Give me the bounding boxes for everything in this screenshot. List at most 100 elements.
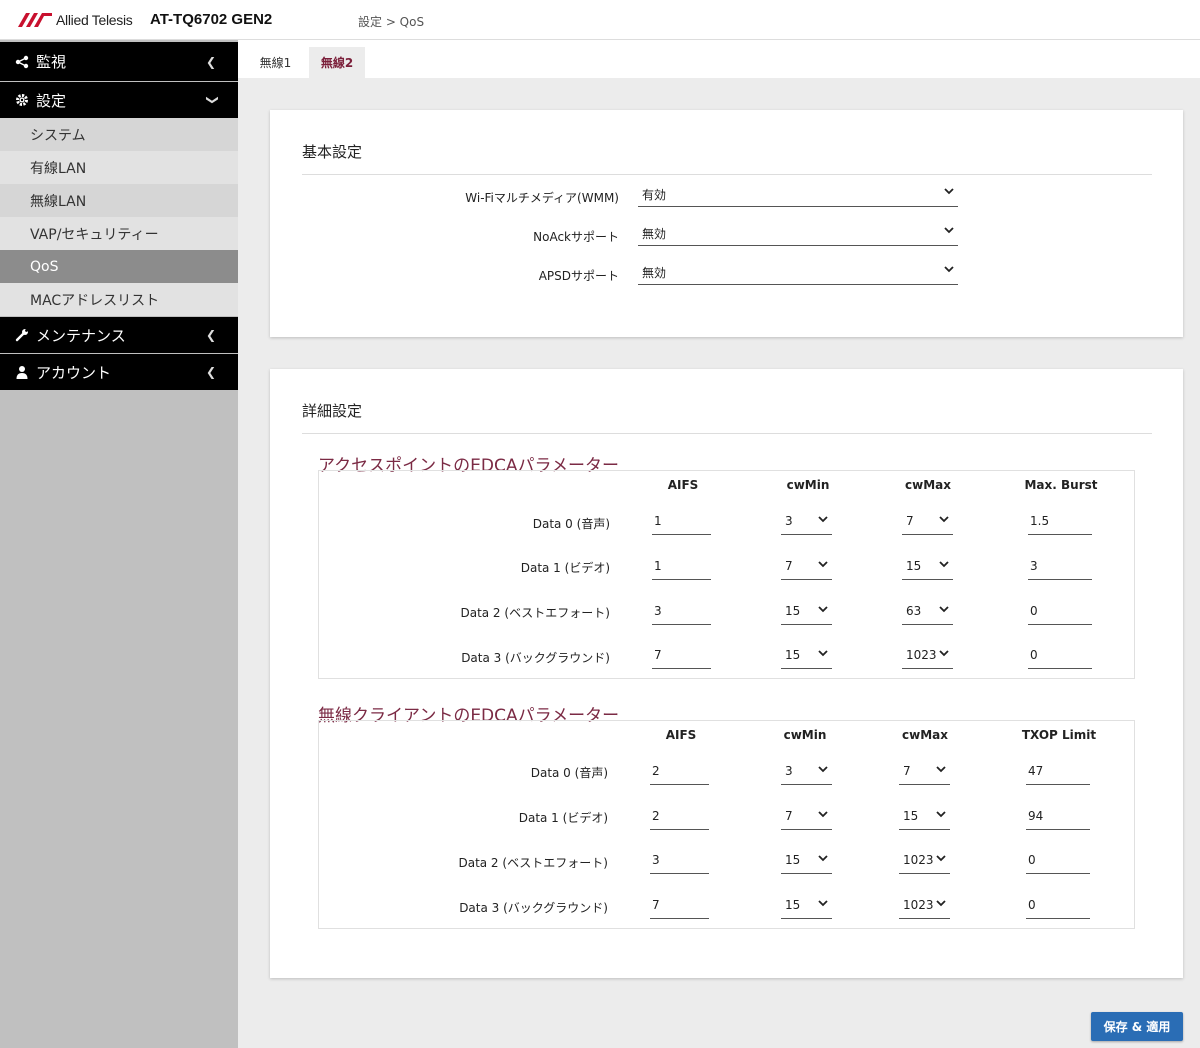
sidebar-item-maintenance[interactable]: メンテナンス ❮	[0, 317, 238, 353]
chevron-left-icon: ❮	[205, 54, 216, 69]
ap-cwmax-select[interactable]: 7	[902, 511, 953, 535]
wrench-icon	[14, 327, 30, 343]
apsd-label: APSDサポート	[538, 269, 619, 283]
ap-max-burst-value: 0	[1030, 604, 1038, 618]
client-cwmax-select[interactable]: 15	[899, 806, 950, 830]
noack-select[interactable]: 無効	[638, 222, 958, 246]
client-col-txop-limit: TXOP Limit	[1021, 728, 1097, 742]
breadcrumb: 設定 > QoS	[358, 15, 425, 29]
client-txop-value: 94	[1028, 809, 1044, 823]
client-cwmin-select[interactable]: 3	[781, 761, 832, 785]
sidebar-item-monitor[interactable]: 監視 ❮	[0, 42, 238, 81]
client-aifs-input[interactable]: 2	[650, 806, 709, 830]
ap-cwmax-select[interactable]: 15	[902, 556, 953, 580]
client-cwmax-select[interactable]: 1023	[899, 850, 950, 874]
chevron-down-icon	[936, 811, 946, 818]
ap-cwmin-select[interactable]: 7	[781, 556, 832, 580]
sidebar-item-mac-list[interactable]: MACアドレスリスト	[0, 283, 238, 316]
sidebar-item-system[interactable]: システム	[0, 118, 238, 151]
ap-cwmax-value: 15	[906, 559, 922, 573]
tab-radio-2[interactable]: 無線2	[309, 47, 365, 78]
ap-cwmin-select[interactable]: 3	[781, 511, 832, 535]
ap-aifs-input[interactable]: 1	[652, 556, 711, 580]
chevron-down-icon	[944, 227, 954, 234]
chevron-down-icon	[944, 188, 954, 195]
wmm-select[interactable]: 有効	[638, 183, 958, 207]
ap-aifs-input[interactable]: 1	[652, 511, 711, 535]
ap-aifs-input[interactable]: 7	[652, 645, 711, 669]
client-aifs-input[interactable]: 7	[650, 895, 709, 919]
client-cwmin-select[interactable]: 15	[781, 895, 832, 919]
sidebar-item-vap-security[interactable]: VAP/セキュリティー	[0, 217, 238, 250]
apsd-select[interactable]: 無効	[638, 261, 958, 285]
ap-cwmax-select[interactable]: 1023	[902, 645, 953, 669]
ap-cwmin-select[interactable]: 15	[781, 645, 832, 669]
ap-row-label: Data 0 (音声)	[532, 517, 610, 531]
client-cwmin-value: 15	[785, 853, 801, 867]
chevron-down-icon: ❮	[203, 94, 218, 106]
chevron-down-icon	[818, 606, 828, 613]
ap-max-burst-value: 1.5	[1030, 514, 1050, 528]
client-aifs-value: 3	[652, 853, 660, 867]
ap-cwmin-select[interactable]: 15	[781, 601, 832, 625]
chevron-down-icon	[818, 811, 828, 818]
tab-radio-1[interactable]: 無線1	[248, 47, 303, 78]
client-cwmax-select[interactable]: 7	[899, 761, 950, 785]
save-apply-button[interactable]: 保存 & 適用	[1091, 1012, 1183, 1041]
ap-cwmax-select[interactable]: 63	[902, 601, 953, 625]
ap-cwmin-value: 7	[785, 559, 793, 573]
ap-cwmin-value: 15	[785, 604, 801, 618]
ap-max-burst-value: 3	[1030, 559, 1038, 573]
ap-row-label: Data 3 (バックグラウンド)	[461, 651, 610, 665]
sidebar-item-account[interactable]: アカウント ❮	[0, 354, 238, 390]
ap-max-burst-input[interactable]: 0	[1028, 601, 1092, 625]
chevron-down-icon	[818, 900, 828, 907]
client-txop-value: 0	[1028, 853, 1036, 867]
basic-settings-card: 基本設定 Wi-Fiマルチメディア(WMM) 有効 NoAckサポート 無効 A…	[270, 110, 1183, 337]
client-cwmax-select[interactable]: 1023	[899, 895, 950, 919]
client-aifs-input[interactable]: 3	[650, 850, 709, 874]
ap-row-label: Data 1 (ビデオ)	[520, 561, 610, 575]
client-aifs-value: 2	[652, 764, 660, 778]
chevron-down-icon	[944, 266, 954, 273]
client-txop-input[interactable]: 47	[1026, 761, 1090, 785]
client-cwmin-select[interactable]: 15	[781, 850, 832, 874]
client-txop-input[interactable]: 94	[1026, 806, 1090, 830]
sidebar-item-label: メンテナンス	[36, 326, 126, 345]
wmm-label: Wi-Fiマルチメディア(WMM)	[465, 191, 619, 205]
chevron-down-icon	[939, 650, 949, 657]
sidebar-item-label: アカウント	[36, 363, 112, 382]
sidebar-item-qos[interactable]: QoS	[0, 250, 238, 283]
ap-max-burst-input[interactable]: 0	[1028, 645, 1092, 669]
ap-aifs-value: 1	[654, 559, 662, 573]
client-row-label: Data 3 (バックグラウンド)	[459, 901, 608, 915]
client-aifs-value: 7	[652, 898, 660, 912]
client-col-aifs: AIFS	[665, 728, 697, 742]
client-aifs-input[interactable]: 2	[650, 761, 709, 785]
ap-max-burst-input[interactable]: 1.5	[1028, 511, 1092, 535]
ap-cwmax-value: 1023	[906, 648, 937, 662]
client-txop-input[interactable]: 0	[1026, 850, 1090, 874]
allied-telesis-logo-icon	[18, 13, 52, 27]
ap-max-burst-input[interactable]: 3	[1028, 556, 1092, 580]
ap-cwmax-value: 7	[906, 514, 914, 528]
client-txop-input[interactable]: 0	[1026, 895, 1090, 919]
ap-col-cwmax: cwMax	[905, 478, 951, 492]
chevron-down-icon	[818, 855, 828, 862]
wmm-value: 有効	[642, 188, 667, 202]
client-col-cwmin: cwMin	[783, 728, 827, 742]
client-aifs-value: 2	[652, 809, 660, 823]
client-cwmax-value: 1023	[903, 898, 934, 912]
client-cwmin-select[interactable]: 7	[781, 806, 832, 830]
sidebar-item-settings[interactable]: 設定 ❮	[0, 82, 238, 118]
gear-icon	[14, 92, 30, 108]
ap-col-max-burst: Max. Burst	[1024, 478, 1098, 492]
top-header: Allied Telesis AT-TQ6702 GEN2 設定 > QoS	[0, 0, 1200, 40]
chevron-down-icon	[936, 766, 946, 773]
sidebar-item-wired-lan[interactable]: 有線LAN	[0, 151, 238, 184]
client-row-label: Data 2 (ベストエフォート)	[458, 856, 608, 870]
sidebar-item-wireless-lan[interactable]: 無線LAN	[0, 184, 238, 217]
chevron-down-icon	[939, 561, 949, 568]
ap-aifs-input[interactable]: 3	[652, 601, 711, 625]
ap-aifs-value: 1	[654, 514, 662, 528]
